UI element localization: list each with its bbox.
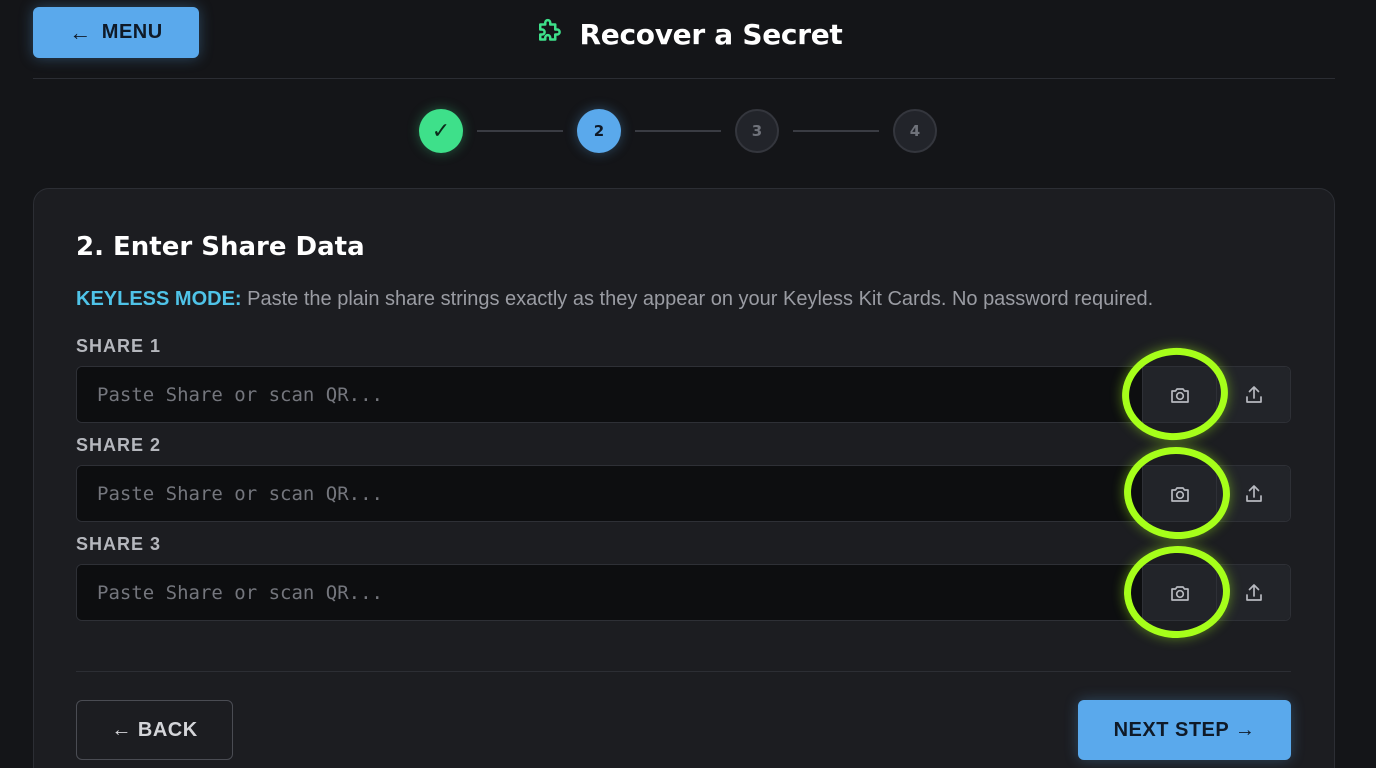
step-connector [793, 130, 879, 132]
share-2-row [76, 465, 1291, 522]
share-1-scan-button[interactable] [1142, 367, 1216, 422]
share-2-label: SHARE 2 [76, 435, 162, 455]
page-header: Recover a Secret [0, 14, 1376, 54]
header-divider [33, 78, 1335, 79]
upload-icon [1245, 484, 1262, 502]
share-3-scan-button[interactable] [1142, 565, 1216, 620]
camera-icon [1170, 486, 1189, 502]
mode-description: KEYLESS MODE: Paste the plain share stri… [76, 288, 1153, 311]
step-2-current: 2 [577, 109, 621, 153]
mode-text: Paste the plain share strings exactly as… [241, 288, 1154, 310]
recover-secret-page: ← MENU Recover a Secret ✓ 2 3 4 2. Enter… [0, 0, 1376, 768]
upload-icon [1245, 385, 1262, 403]
next-step-button[interactable]: NEXT STEP → [1078, 700, 1291, 760]
share-3-input[interactable] [77, 565, 1142, 620]
share-2-upload-button[interactable] [1216, 466, 1290, 521]
share-1-upload-button[interactable] [1216, 367, 1290, 422]
back-button[interactable]: ← BACK [76, 700, 233, 760]
camera-icon [1170, 585, 1189, 601]
share-1-row [76, 366, 1291, 423]
share-1-input[interactable] [77, 367, 1142, 422]
step-connector [635, 130, 721, 132]
share-3-label: SHARE 3 [76, 534, 162, 554]
step-1-complete: ✓ [419, 109, 463, 153]
puzzle-icon [534, 17, 564, 52]
page-title: Recover a Secret [579, 17, 843, 51]
upload-icon [1245, 583, 1262, 601]
step-4: 4 [893, 109, 937, 153]
share-3-upload-button[interactable] [1216, 565, 1290, 620]
share-2-input[interactable] [77, 466, 1142, 521]
step-connector [477, 130, 563, 132]
share-3-row [76, 564, 1291, 621]
footer-divider [76, 671, 1291, 672]
section-title: 2. Enter Share Data [76, 232, 365, 262]
share-1-label: SHARE 1 [76, 336, 162, 356]
step-3: 3 [735, 109, 779, 153]
camera-icon [1170, 387, 1189, 403]
mode-tag: KEYLESS MODE: [76, 288, 242, 310]
share-2-scan-button[interactable] [1142, 466, 1216, 521]
